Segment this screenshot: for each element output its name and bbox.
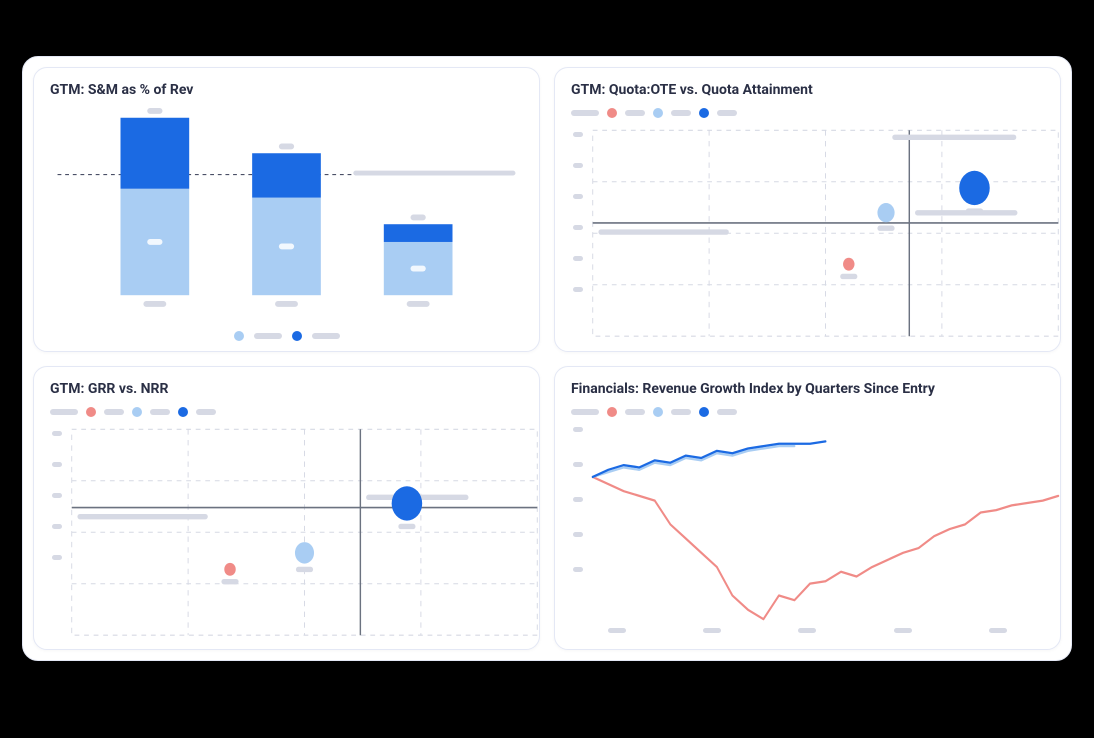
tick-pill: [989, 628, 1007, 633]
tick-pill: [573, 462, 583, 467]
legend-label-pill: [625, 110, 645, 116]
scatter-chart-svg: [587, 126, 1064, 341]
y-axis-ticks: [573, 427, 583, 572]
card-grr-vs-nrr: GTM: GRR vs. NRR: [33, 366, 540, 651]
legend-dot-lightblue: [653, 407, 663, 417]
tick-pill: [573, 163, 583, 168]
dashboard-stage: GTM: S&M as % of Rev GTM: Quota:OTE vs. …: [0, 0, 1094, 738]
chart-legend: [571, 108, 1046, 118]
legend-label-pill: [50, 409, 78, 415]
line-chart-svg: [587, 425, 1064, 640]
card-title: GTM: GRR vs. NRR: [50, 381, 525, 397]
legend-label-pill: [196, 409, 216, 415]
card-revenue-growth-index: Financials: Revenue Growth Index by Quar…: [554, 366, 1061, 651]
chart-footer-legend: [48, 331, 525, 341]
legend-label-pill: [717, 409, 737, 415]
legend-label-pill: [312, 333, 340, 339]
legend-label-pill: [671, 110, 691, 116]
tick-pill: [52, 493, 62, 498]
legend-label-pill: [571, 110, 599, 116]
y-axis-ticks: [52, 431, 62, 560]
tick-pill: [573, 194, 583, 199]
tick-pill: [52, 555, 62, 560]
tick-pill: [573, 287, 583, 292]
tick-pill: [573, 256, 583, 261]
legend-label-pill: [717, 110, 737, 116]
legend-label-pill: [104, 409, 124, 415]
chart-legend: [50, 407, 525, 417]
legend-dot-blue: [178, 407, 188, 417]
legend-label-pill: [254, 333, 282, 339]
legend-dot-lightblue: [132, 407, 142, 417]
legend-dot-salmon: [86, 407, 96, 417]
tick-pill: [52, 431, 62, 436]
scatter-chart-svg: [66, 425, 543, 640]
tick-pill: [52, 462, 62, 467]
x-axis-ticks: [569, 628, 1046, 633]
y-axis-ticks: [573, 132, 583, 292]
card-quota-ote-vs-attainment: GTM: Quota:OTE vs. Quota Attainment: [554, 67, 1061, 352]
tick-pill: [894, 628, 912, 633]
tick-pill: [573, 132, 583, 137]
tick-pill: [608, 628, 626, 633]
legend-label-pill: [150, 409, 170, 415]
tick-pill: [52, 524, 62, 529]
card-title: Financials: Revenue Growth Index by Quar…: [571, 381, 1046, 397]
bar-chart-svg: [48, 108, 525, 323]
legend-label-pill: [571, 409, 599, 415]
legend-dot-blue: [292, 331, 302, 341]
card-sm-pct-of-rev: GTM: S&M as % of Rev: [33, 67, 540, 352]
tick-pill: [573, 427, 583, 432]
legend-dot-salmon: [607, 108, 617, 118]
chart-grr-scatter: [48, 425, 525, 640]
tick-pill: [573, 225, 583, 230]
chart-fin-line: [569, 425, 1046, 640]
chart-quota-scatter: [569, 126, 1046, 341]
card-title: GTM: Quota:OTE vs. Quota Attainment: [571, 82, 1046, 98]
tick-pill: [573, 497, 583, 502]
legend-dot-lightblue: [653, 108, 663, 118]
chart-legend: [571, 407, 1046, 417]
legend-dot-blue: [699, 108, 709, 118]
legend-dot-lightblue: [234, 331, 244, 341]
legend-label-pill: [671, 409, 691, 415]
legend-dot-salmon: [607, 407, 617, 417]
card-title: GTM: S&M as % of Rev: [50, 82, 525, 98]
tick-pill: [703, 628, 721, 633]
tick-pill: [573, 567, 583, 572]
tick-pill: [573, 532, 583, 537]
legend-label-pill: [625, 409, 645, 415]
legend-dot-blue: [699, 407, 709, 417]
chart-sm-bar: [48, 108, 525, 323]
dashboard-board: GTM: S&M as % of Rev GTM: Quota:OTE vs. …: [22, 56, 1072, 661]
tick-pill: [798, 628, 816, 633]
